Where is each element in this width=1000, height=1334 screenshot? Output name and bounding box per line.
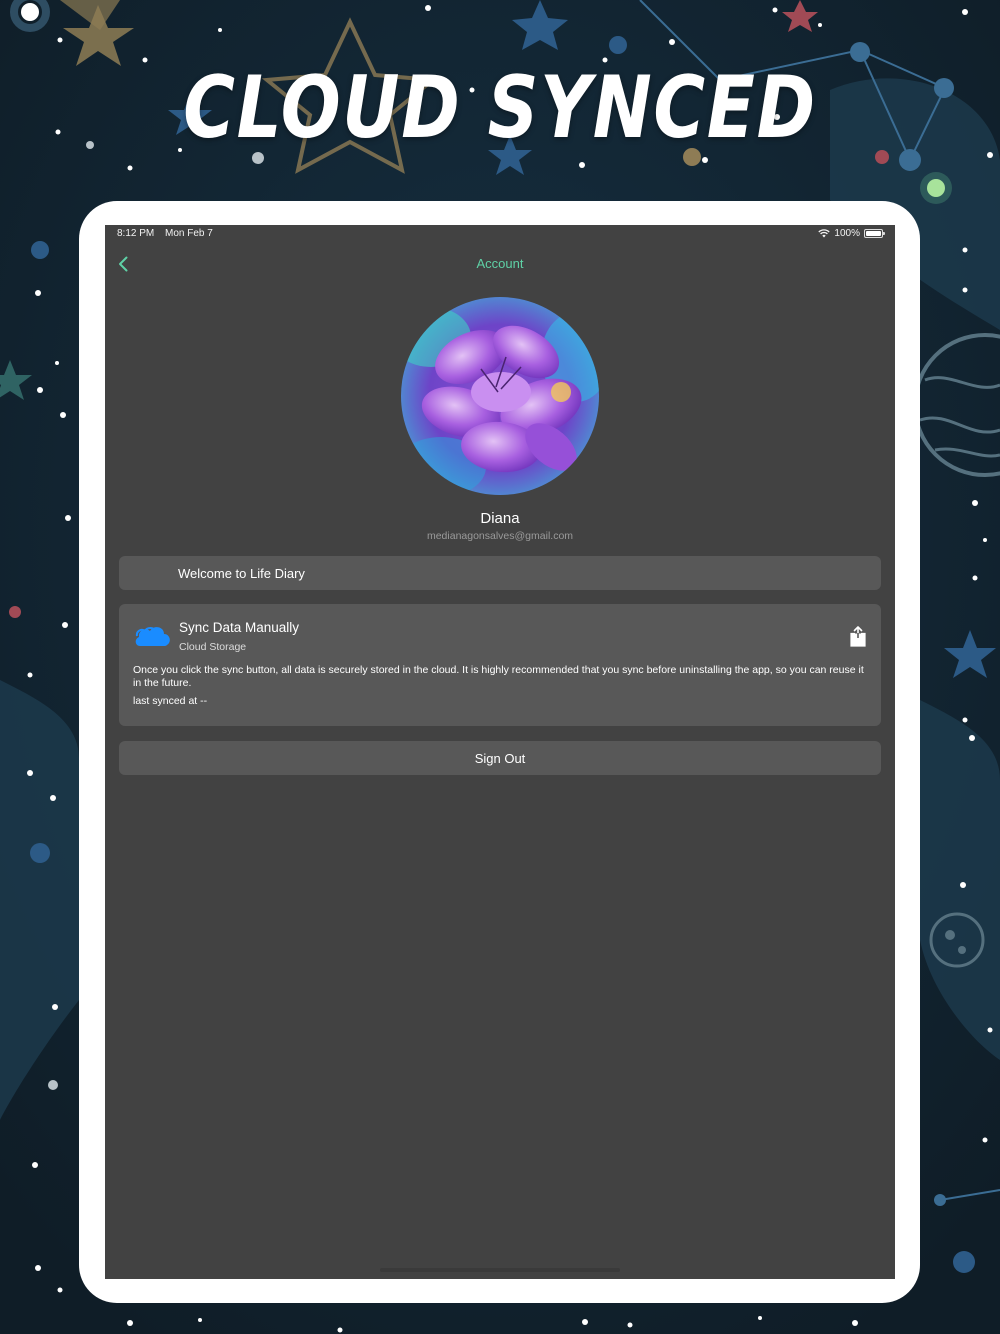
status-bar: 8:12 PM Mon Feb 7 100% <box>105 225 895 243</box>
last-synced-text: last synced at -- <box>133 695 208 707</box>
sign-out-label: Sign Out <box>474 751 526 766</box>
user-name: Diana <box>480 510 520 527</box>
sync-subtitle: Cloud Storage <box>179 641 247 653</box>
share-icon[interactable] <box>849 626 867 648</box>
battery-fill <box>866 231 881 236</box>
sign-out-button[interactable]: Sign Out <box>119 741 881 775</box>
sync-card: Sync Data Manually Cloud Storage Once yo… <box>119 604 881 726</box>
cloud-icon <box>135 627 170 646</box>
status-date: Mon Feb 7 <box>165 228 213 239</box>
status-datetime: 8:12 PM Mon Feb 7 <box>117 228 221 239</box>
welcome-row[interactable]: Welcome to Life Diary <box>119 556 881 590</box>
battery-percent: 100% <box>834 228 860 239</box>
promo-headline: CLOUD SYNCED <box>183 58 817 158</box>
sync-title: Sync Data Manually <box>179 620 300 635</box>
user-email: medianagonsalves@gmail.com <box>426 530 574 542</box>
battery-icon <box>864 229 885 238</box>
status-time: 8:12 PM <box>117 228 155 239</box>
app-screen: 8:12 PM Mon Feb 7 100% Account Diana med… <box>105 225 895 1279</box>
sync-description: Once you click the sync button, all data… <box>133 664 864 689</box>
status-indicators: 100% <box>818 228 885 239</box>
page-title: Account <box>476 256 524 271</box>
wifi-icon <box>818 229 831 238</box>
welcome-label: Welcome to Life Diary <box>178 566 305 581</box>
avatar-photo <box>401 297 599 495</box>
navigation-bar: Account <box>105 249 895 279</box>
home-indicator <box>380 1268 620 1272</box>
avatar[interactable] <box>401 297 599 495</box>
